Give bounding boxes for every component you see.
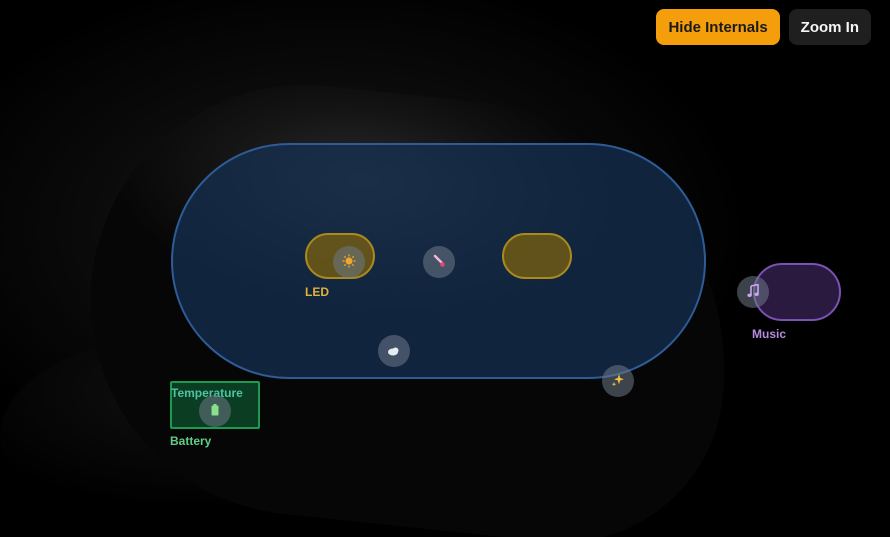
- sparkle-hotspot[interactable]: [602, 365, 634, 397]
- battery-label: Battery: [170, 434, 212, 448]
- temperature-hotspot[interactable]: [423, 246, 455, 278]
- cloud-hotspot[interactable]: [378, 335, 410, 367]
- music-label: Music: [752, 327, 787, 341]
- led-hotspot[interactable]: [333, 246, 365, 278]
- led-label: LED: [305, 285, 329, 299]
- toolbar: Hide Internals Zoom In: [656, 9, 871, 45]
- zoom-in-button[interactable]: Zoom In: [788, 9, 871, 45]
- product-viewer: LED Music Temperature Battery Hide Inter…: [0, 0, 890, 537]
- sensor-slot: [502, 233, 572, 279]
- hide-internals-button[interactable]: Hide Internals: [656, 9, 780, 45]
- battery-icon: [211, 403, 219, 419]
- music-hotspot[interactable]: [737, 276, 769, 308]
- cloud-icon: [387, 344, 401, 359]
- music-note-icon: [747, 283, 759, 301]
- sun-icon: [342, 254, 356, 271]
- sparkle-icon: [611, 373, 625, 390]
- thermometer-icon: [432, 254, 446, 271]
- battery-hotspot[interactable]: [199, 395, 231, 427]
